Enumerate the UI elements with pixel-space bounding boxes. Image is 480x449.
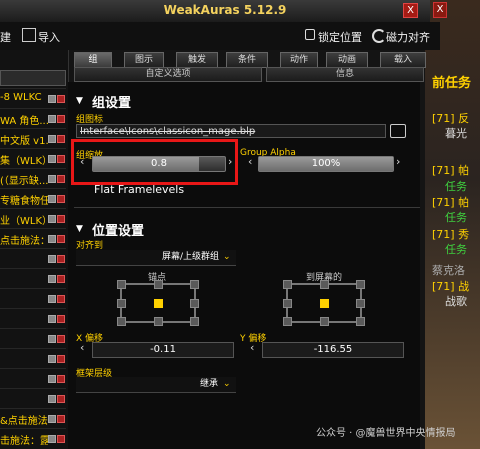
quest-line: [71] 帕 (432, 196, 470, 209)
quest-line: [71] 反 (432, 112, 470, 125)
quest-line: 蔡克洛 (432, 264, 465, 277)
position-settings-title: 位置设置 (92, 224, 145, 239)
list-item[interactable]: 中文版 v1... (0, 128, 66, 149)
list-item[interactable] (0, 248, 66, 269)
quest-line: [71] 帕 (432, 164, 470, 177)
divider (74, 207, 420, 208)
collapse-icon[interactable]: ▼ (76, 224, 83, 234)
import-icon (22, 28, 36, 42)
import-button[interactable]: 导入 (38, 29, 60, 45)
lock-position-button[interactable]: 锁定位置 (318, 29, 362, 45)
list-item[interactable] (0, 348, 66, 369)
list-item[interactable]: 业（WLK）... (0, 208, 66, 229)
list-item[interactable]: WA 角色... (0, 108, 66, 129)
alpha-right-arrow-icon[interactable]: › (396, 155, 400, 168)
list-item[interactable]: 集（WLK） (0, 148, 66, 169)
chevron-down-icon: ⌄ (223, 252, 231, 262)
quest-line: [71] 秀 (432, 228, 470, 241)
highlight-box (71, 139, 238, 185)
group-alpha-value: 100% (311, 158, 341, 169)
x-offset-input[interactable]: -0.11 (92, 342, 234, 358)
flat-framelevels-checkbox[interactable]: Flat Framelevels (94, 183, 184, 196)
list-item[interactable]: 击施法：露... (0, 428, 66, 449)
list-item[interactable]: 专糖食物任... (0, 188, 66, 209)
quest-tracker-header: 前任务 (432, 76, 472, 91)
tab-info[interactable]: 信息 (266, 67, 424, 82)
chevron-down-icon: ⌄ (223, 379, 231, 389)
quest-line: 任务 (445, 180, 467, 193)
group-icon-input[interactable]: Interface\Icons\classicon_mage.blp (76, 124, 386, 138)
tab-custom-options[interactable]: 自定义选项 (74, 67, 262, 82)
tab-group[interactable]: 组 (74, 52, 112, 68)
frame-strata-dropdown[interactable]: 继承 ⌄ (76, 377, 236, 393)
group-alpha-slider[interactable]: 100% (258, 156, 394, 172)
align-to-dropdown[interactable]: 屏幕/上级群组 ⌄ (76, 250, 236, 266)
list-item[interactable]: -8 WLKC (0, 88, 66, 109)
list-item[interactable] (0, 368, 66, 389)
anchor-picker[interactable] (117, 280, 199, 326)
align-to-value: 屏幕/上级群组 (162, 252, 220, 262)
tab-animations[interactable]: 动画 (326, 52, 368, 68)
y-left-arrow-icon[interactable]: ‹ (250, 341, 254, 354)
lock-icon (305, 29, 315, 40)
list-item[interactable]: (（显示缺... (0, 168, 66, 189)
watermark: 公众号 · @魔兽世界中央情报局 (316, 428, 456, 439)
list-item[interactable]: 点击施法：... (0, 228, 66, 249)
tab-conditions[interactable]: 条件 (226, 52, 268, 68)
alpha-left-arrow-icon[interactable]: ‹ (248, 155, 252, 168)
collapse-icon[interactable]: ▼ (76, 96, 83, 106)
x-left-arrow-icon[interactable]: ‹ (80, 341, 84, 354)
close-button[interactable]: X (403, 3, 418, 18)
list-item[interactable] (0, 288, 66, 309)
tab-actions[interactable]: 动作 (280, 52, 318, 68)
frame-strata-value: 继承 (200, 379, 219, 389)
list-item[interactable] (0, 328, 66, 349)
tab-load[interactable]: 载入 (380, 52, 426, 68)
list-item[interactable]: &点击施法... (0, 408, 66, 429)
new-button[interactable]: 建 (0, 29, 11, 45)
list-item[interactable] (0, 308, 66, 329)
magnet-icon (372, 29, 386, 43)
tab-display[interactable]: 图示 (124, 52, 164, 68)
y-offset-input[interactable]: -116.55 (262, 342, 404, 358)
quest-line: 任务 (445, 211, 467, 224)
folder-icon[interactable] (390, 124, 406, 138)
quest-line: 任务 (445, 243, 467, 256)
magnet-align-button[interactable]: 磁力对齐 (386, 29, 430, 45)
search-input[interactable] (0, 70, 66, 86)
list-item[interactable] (0, 268, 66, 289)
tab-trigger[interactable]: 触发 (176, 52, 218, 68)
list-item[interactable] (0, 388, 66, 409)
screen-anchor-picker[interactable] (283, 280, 365, 326)
secondary-close-button[interactable]: X (433, 2, 447, 18)
window-title: WeakAuras 5.12.9 (163, 3, 287, 17)
quest-line: 战歌 (445, 295, 467, 308)
group-settings-title: 组设置 (92, 96, 132, 111)
quest-line: 暮光 (445, 127, 467, 140)
quest-line: [71] 战 (432, 280, 470, 293)
